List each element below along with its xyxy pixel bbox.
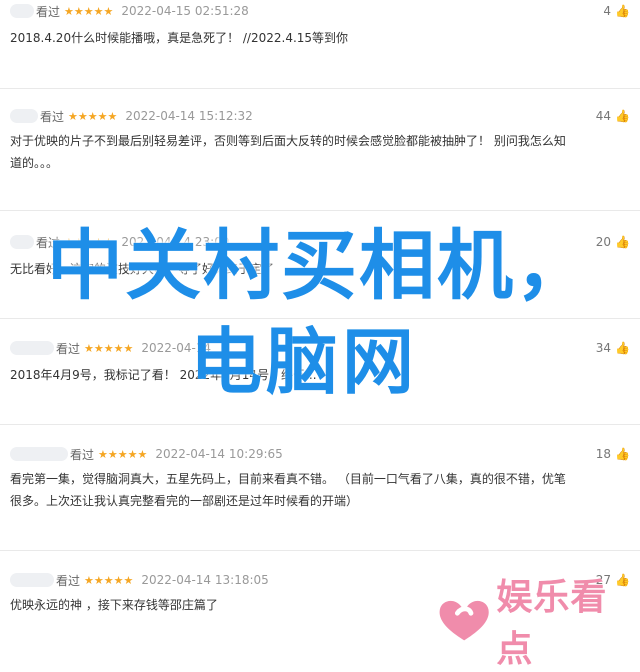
review-time: 2022-04-14 10:29:65 — [155, 447, 283, 461]
divider — [0, 550, 640, 551]
review-text: 2018年4月9号，我标记了看！ 2022年4月14号，终于... — [10, 364, 626, 386]
thumb-up-icon: 👍 — [615, 235, 630, 249]
thumb-up-icon: 👍 — [615, 573, 630, 587]
review-text: 看完第一集，觉得脑洞真大，五星先码上，目前来看真不错。 （目前一口气看了八集，真… — [10, 468, 626, 512]
like-count: 27 — [595, 573, 612, 587]
watched-tag: 看过 — [40, 109, 65, 124]
rating-stars: ★★★★★ — [84, 573, 134, 587]
rating-stars: ★★★★★ — [68, 109, 118, 123]
divider — [0, 210, 640, 211]
watched-tag: 看过 — [36, 4, 61, 19]
review-text: 优映永远的神 ，接下来存钱等邵庄篇了 — [10, 594, 626, 616]
review-time: 2022-04-14 23:09 — [121, 235, 230, 249]
review-line: 对于优映的片子不到最后别轻易差评，否则等到后面大反转的时候会感觉脸都能被抽肿了！… — [10, 134, 566, 148]
review-line: 2018.4.20什么时候能播哦，真是急死了！ //2022.4.15等到你 — [10, 31, 349, 45]
review-text: 无比看好，这家的演技好大啊，等了好久终于定了 — [10, 258, 626, 280]
thumb-up-icon: 👍 — [615, 447, 630, 461]
like-button[interactable]: 4 👍 — [603, 1, 630, 21]
thumb-up-icon: 👍 — [615, 109, 630, 123]
review-text: 2018.4.20什么时候能播哦，真是急死了！ //2022.4.15等到你 — [10, 27, 626, 49]
watched-tag: 看过 — [36, 235, 61, 250]
thumb-up-icon: 👍 — [615, 4, 630, 18]
like-button[interactable]: 44 👍 — [596, 106, 630, 126]
review-line: 很多。上次还让我认真完整看完的一部剧还是过年时候看的开端） — [10, 494, 359, 508]
watched-tag: 看过 — [70, 447, 95, 462]
divider — [0, 318, 640, 319]
review-line: 看完第一集，觉得脑洞真大，五星先码上，目前来看真不错。 （目前一口气看了八集，真… — [10, 472, 566, 486]
divider — [0, 88, 640, 89]
review-line: 无比看好，这家的演技好大啊，等了好久终于定了 — [10, 262, 275, 276]
like-button[interactable]: 27 👍 — [596, 570, 630, 590]
review-text: 对于优映的片子不到最后别轻易差评，否则等到后面大反转的时候会感觉脸都能被抽肿了！… — [10, 130, 626, 174]
avatar[interactable] — [10, 235, 34, 249]
watched-tag: 看过 — [56, 573, 81, 588]
review-time: 2022-04-14 15:12:32 — [125, 109, 253, 123]
review-time: 2022-04-14 13:18:05 — [141, 573, 269, 587]
avatar[interactable] — [10, 573, 54, 587]
watermark-subtitle: 电脑网 — [190, 320, 419, 404]
divider — [0, 424, 640, 425]
like-count: 44 — [595, 109, 612, 123]
avatar[interactable] — [10, 4, 34, 18]
like-count: 18 — [595, 447, 612, 461]
review-line: 优映永远的神 ，接下来存钱等邵庄篇了 — [10, 598, 218, 612]
avatar[interactable] — [10, 341, 54, 355]
rating-stars: ★★★★★ — [64, 4, 114, 18]
avatar[interactable] — [10, 447, 68, 461]
thumb-up-icon: 👍 — [615, 341, 630, 355]
like-count: 4 — [603, 4, 612, 18]
avatar[interactable] — [10, 109, 38, 123]
rating-stars: ★★★★★ — [64, 235, 114, 249]
rating-stars: ★★★★★ — [98, 447, 148, 461]
review-time: 2022-04-15 02:51:28 — [121, 4, 249, 18]
review-time: 2022-04-14 — [141, 341, 212, 355]
watched-tag: 看过 — [56, 341, 81, 356]
like-button[interactable]: 20 👍 — [596, 232, 630, 252]
review-line: 2018年4月9号，我标记了看！ 2022年4月14号，终于... — [10, 368, 317, 382]
rating-stars: ★★★★★ — [84, 341, 134, 355]
review-line: 道的。。。 — [10, 156, 59, 170]
like-button[interactable]: 34 👍 — [596, 338, 630, 358]
like-button[interactable]: 18 👍 — [596, 444, 630, 464]
like-count: 20 — [595, 235, 612, 249]
like-count: 34 — [595, 341, 612, 355]
